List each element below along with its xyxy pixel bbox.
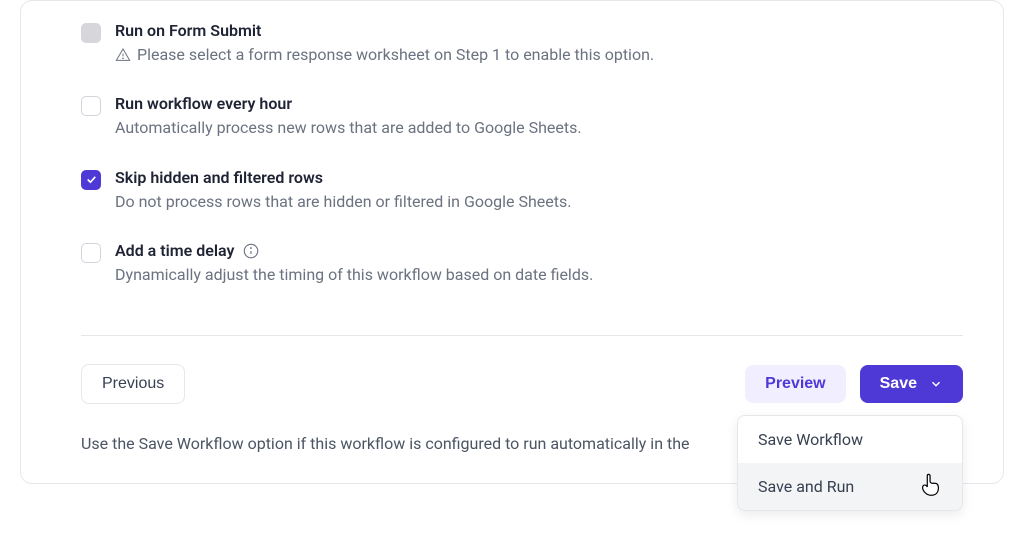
chevron-down-icon	[929, 377, 943, 391]
option-form-submit: Run on Form Submit Please select a form …	[81, 21, 963, 66]
option-desc: Dynamically adjust the timing of this wo…	[115, 264, 963, 286]
save-dropdown-menu: Save Workflow Save and Run	[737, 415, 963, 511]
settings-card: Run on Form Submit Please select a form …	[20, 0, 1004, 484]
option-desc: Do not process rows that are hidden or f…	[115, 191, 963, 213]
option-title: Skip hidden and filtered rows	[115, 168, 963, 187]
warning-icon	[115, 47, 131, 63]
save-button[interactable]: Save	[860, 365, 963, 403]
option-time-delay: Add a time delay Dynamically adjust the …	[81, 241, 963, 286]
right-buttons: Preview Save Save Workflow Save and Run	[745, 365, 963, 403]
option-desc: Automatically process new rows that are …	[115, 117, 963, 139]
footer-row: Previous Preview Save Save Workflow Save…	[21, 364, 1003, 404]
option-title: Add a time delay	[115, 241, 963, 260]
preview-button[interactable]: Preview	[745, 365, 845, 403]
checkbox-form-submit[interactable]	[81, 23, 101, 43]
dropdown-item-save-and-run[interactable]: Save and Run	[738, 463, 962, 510]
option-every-hour: Run workflow every hour Automatically pr…	[81, 94, 963, 139]
option-title: Run on Form Submit	[115, 21, 963, 40]
divider	[81, 335, 963, 336]
checkbox-every-hour[interactable]	[81, 96, 101, 116]
cursor-pointer-icon	[918, 473, 944, 499]
previous-button[interactable]: Previous	[81, 364, 185, 404]
dropdown-item-save-workflow[interactable]: Save Workflow	[738, 416, 962, 463]
option-skip-hidden: Skip hidden and filtered rows Do not pro…	[81, 168, 963, 213]
option-desc: Please select a form response worksheet …	[115, 44, 963, 66]
checkbox-time-delay[interactable]	[81, 243, 101, 263]
option-title: Run workflow every hour	[115, 94, 963, 113]
options-list: Run on Form Submit Please select a form …	[21, 1, 1003, 325]
info-icon[interactable]	[242, 242, 260, 260]
save-label: Save	[880, 375, 917, 393]
checkbox-skip-hidden[interactable]	[81, 170, 101, 190]
